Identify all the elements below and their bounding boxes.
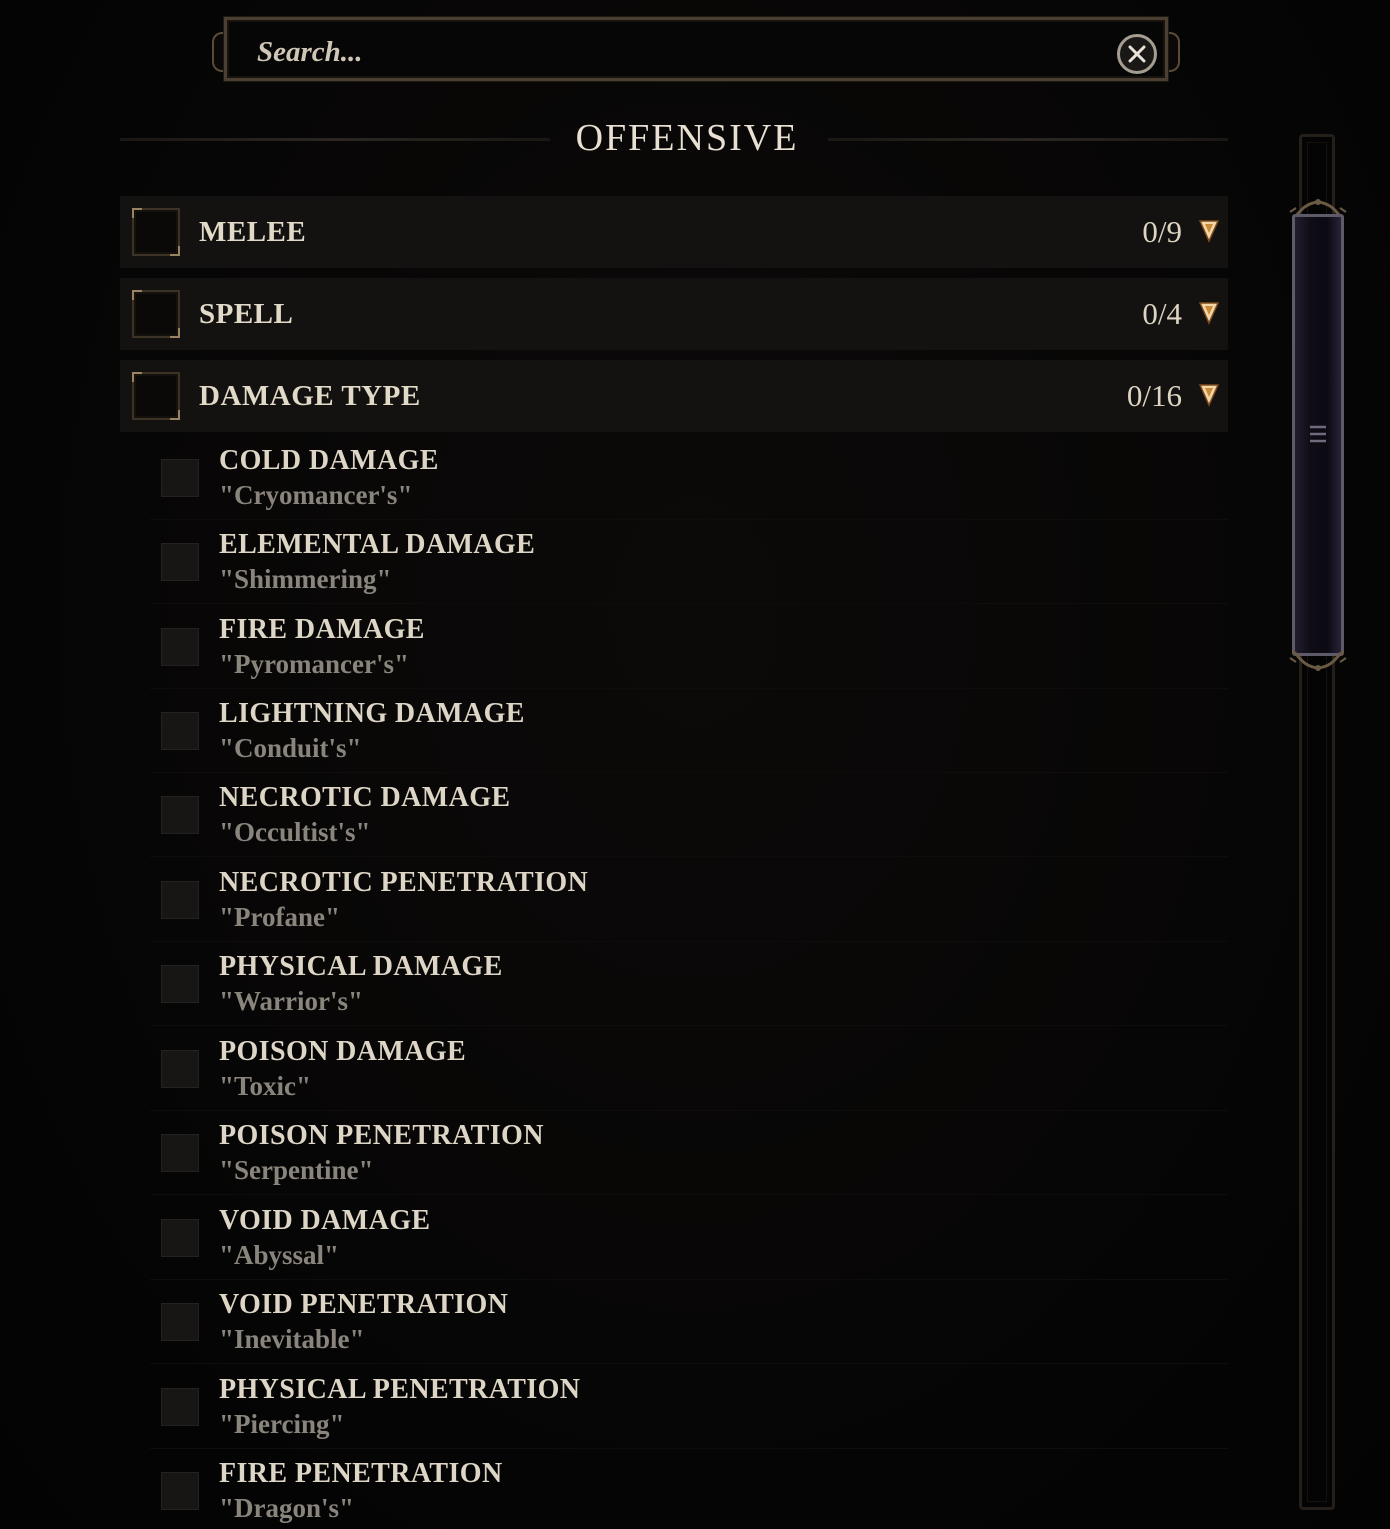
search-frame-cap-right — [1166, 32, 1180, 72]
category-count: 0/16 — [1126, 378, 1182, 413]
item-checkbox[interactable] — [161, 1303, 199, 1341]
chevron-down-icon[interactable] — [1198, 218, 1220, 244]
item-affix: "Toxic" — [219, 1071, 311, 1101]
item-affix: "Conduit's" — [219, 733, 362, 763]
item-affix: "Shimmering" — [219, 564, 392, 594]
search-frame — [224, 17, 1168, 81]
item-affix: "Warrior's" — [219, 986, 363, 1016]
item-affix: "Dragon's" — [219, 1493, 354, 1523]
item-checkbox[interactable] — [161, 881, 199, 919]
item-checkbox[interactable] — [161, 965, 199, 1003]
list-item[interactable]: VOID DAMAGE "Abyssal" — [150, 1196, 1228, 1280]
item-affix: "Profane" — [219, 902, 340, 932]
item-title: FIRE PENETRATION — [219, 1458, 503, 1489]
item-checkbox[interactable] — [161, 628, 199, 666]
item-title: LIGHTNING DAMAGE — [219, 698, 525, 729]
category-label: MELEE — [199, 216, 307, 248]
category-row-damage-type[interactable]: DAMAGE TYPE 0/16 — [120, 360, 1228, 432]
chevron-down-icon[interactable] — [1198, 300, 1220, 326]
category-count: 0/4 — [1142, 296, 1182, 331]
item-checkbox[interactable] — [161, 1472, 199, 1510]
category-label: DAMAGE TYPE — [199, 380, 421, 412]
list-item[interactable]: COLD DAMAGE "Cryomancer's" — [150, 436, 1228, 520]
scrollbar-thumb[interactable] — [1288, 196, 1348, 674]
category-count: 0/9 — [1142, 214, 1182, 249]
item-checkbox[interactable] — [161, 1050, 199, 1088]
list-item[interactable]: FIRE PENETRATION "Dragon's" — [150, 1449, 1228, 1529]
list-item[interactable]: NECROTIC DAMAGE "Occultist's" — [150, 773, 1228, 857]
category-row-spell[interactable]: SPELL 0/4 — [120, 278, 1228, 350]
item-checkbox[interactable] — [161, 543, 199, 581]
item-affix: "Abyssal" — [219, 1240, 340, 1270]
item-title: VOID DAMAGE — [219, 1205, 431, 1236]
item-title: NECROTIC DAMAGE — [219, 782, 511, 813]
item-checkbox[interactable] — [161, 796, 199, 834]
category-checkbox[interactable] — [132, 208, 180, 256]
item-title: VOID PENETRATION — [219, 1289, 509, 1320]
category-checkbox[interactable] — [132, 372, 180, 420]
item-title: PHYSICAL PENETRATION — [219, 1374, 581, 1405]
list-item[interactable]: PHYSICAL PENETRATION "Piercing" — [150, 1365, 1228, 1449]
list-item[interactable]: PHYSICAL DAMAGE "Warrior's" — [150, 942, 1228, 1026]
list-item[interactable]: POISON PENETRATION "Serpentine" — [150, 1111, 1228, 1195]
item-checkbox[interactable] — [161, 712, 199, 750]
list-item[interactable]: VOID PENETRATION "Inevitable" — [150, 1280, 1228, 1364]
list-item[interactable]: LIGHTNING DAMAGE "Conduit's" — [150, 689, 1228, 773]
item-title: NECROTIC PENETRATION — [219, 867, 589, 898]
chevron-down-icon[interactable] — [1198, 382, 1220, 408]
item-checkbox[interactable] — [161, 1219, 199, 1257]
scroll-thumb-cap-bottom-icon — [1289, 650, 1347, 671]
item-checkbox[interactable] — [161, 1388, 199, 1426]
item-checkbox[interactable] — [161, 1134, 199, 1172]
item-title: ELEMENTAL DAMAGE — [219, 529, 536, 560]
list-item[interactable]: FIRE DAMAGE "Pyromancer's" — [150, 605, 1228, 689]
item-title: POISON PENETRATION — [219, 1120, 544, 1151]
list-item[interactable]: ELEMENTAL DAMAGE "Shimmering" — [150, 520, 1228, 604]
category-label: SPELL — [199, 298, 294, 330]
section-header: OFFENSIVE — [120, 112, 1228, 166]
item-affix: "Cryomancer's" — [219, 480, 413, 510]
item-title: FIRE DAMAGE — [219, 614, 425, 645]
list-item[interactable]: NECROTIC PENETRATION "Profane" — [150, 858, 1228, 942]
list-item[interactable]: POISON DAMAGE "Toxic" — [150, 1027, 1228, 1111]
grip-lines-icon — [1310, 425, 1326, 443]
item-affix: "Inevitable" — [219, 1324, 365, 1354]
item-affix: "Occultist's" — [219, 817, 371, 847]
item-affix: "Pyromancer's" — [219, 649, 409, 679]
damage-type-list: COLD DAMAGE "Cryomancer's" ELEMENTAL DAM… — [150, 436, 1228, 1529]
item-title: COLD DAMAGE — [219, 445, 439, 476]
category-checkbox[interactable] — [132, 290, 180, 338]
item-title: PHYSICAL DAMAGE — [219, 951, 503, 982]
item-title: POISON DAMAGE — [219, 1036, 467, 1067]
item-affix: "Piercing" — [219, 1409, 345, 1439]
section-title: OFFENSIVE — [575, 117, 799, 159]
category-row-melee[interactable]: MELEE 0/9 — [120, 196, 1228, 268]
search-bar — [210, 14, 1182, 90]
filter-panel: OFFENSIVE MELEE 0/9 SPELL 0/4 DAMAGE TYP… — [0, 0, 1390, 1529]
search-input[interactable] — [257, 34, 1097, 70]
close-circle-icon[interactable] — [1117, 34, 1157, 74]
item-affix: "Serpentine" — [219, 1155, 374, 1185]
item-checkbox[interactable] — [161, 459, 199, 497]
